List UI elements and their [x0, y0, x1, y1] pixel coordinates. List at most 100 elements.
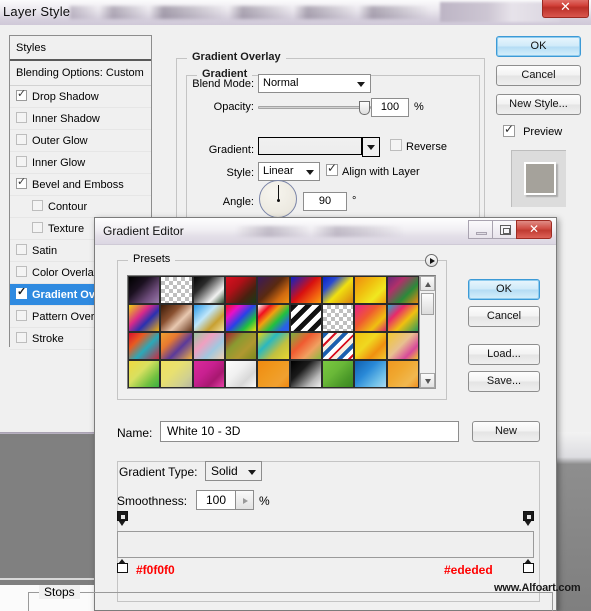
- align-with-layer-checkbox[interactable]: [326, 160, 338, 177]
- style-row-inner-glow[interactable]: Inner Glow: [10, 152, 151, 174]
- preset-swatch[interactable]: [160, 276, 193, 304]
- color-stop-left[interactable]: [117, 559, 128, 573]
- gradient-picker-dropdown[interactable]: [362, 137, 380, 157]
- close-icon[interactable]: ✕: [516, 220, 552, 239]
- preset-swatch[interactable]: [192, 304, 226, 332]
- checkbox-inner-glow[interactable]: [16, 156, 27, 167]
- preset-swatch[interactable]: [128, 304, 161, 332]
- style-label: Bevel and Emboss: [32, 179, 124, 191]
- preset-swatch[interactable]: [289, 360, 323, 388]
- preset-swatch[interactable]: [192, 276, 226, 304]
- minimize-icon[interactable]: [468, 220, 493, 239]
- gradient-preview-swatch[interactable]: [258, 137, 362, 155]
- layer-style-cancel-button[interactable]: Cancel: [496, 65, 581, 86]
- gradient-editor-titlebar[interactable]: Gradient Editor ✕: [95, 218, 556, 245]
- checkbox-pattern-overlay[interactable]: [16, 310, 27, 321]
- preset-swatch[interactable]: [289, 332, 323, 360]
- angle-input[interactable]: 90: [303, 192, 347, 211]
- preset-swatch[interactable]: [354, 360, 387, 388]
- checkbox-inner-shadow[interactable]: [16, 112, 27, 123]
- preset-swatch[interactable]: [128, 360, 161, 388]
- preview-row[interactable]: Preview: [503, 121, 562, 138]
- reverse-checkbox[interactable]: [390, 139, 402, 151]
- gradient-editor-ok-button[interactable]: OK: [468, 279, 540, 300]
- preset-swatch[interactable]: [192, 332, 226, 360]
- opacity-stop-right[interactable]: [523, 511, 534, 527]
- presets-box[interactable]: [127, 275, 436, 389]
- style-row-inner-shadow[interactable]: Inner Shadow: [10, 108, 151, 130]
- preset-swatch[interactable]: [225, 276, 258, 304]
- opacity-stop-left[interactable]: [117, 511, 128, 527]
- preset-swatch[interactable]: [289, 276, 323, 304]
- preset-swatch[interactable]: [386, 360, 420, 388]
- preset-swatch[interactable]: [257, 360, 290, 388]
- preset-swatch[interactable]: [257, 276, 290, 304]
- save-button[interactable]: Save...: [468, 371, 540, 392]
- gradient-editor-cancel-button[interactable]: Cancel: [468, 306, 540, 327]
- maximize-icon[interactable]: [492, 220, 517, 239]
- style-select[interactable]: Linear: [258, 162, 320, 181]
- preset-swatch[interactable]: [257, 332, 290, 360]
- new-style-button[interactable]: New Style...: [496, 94, 581, 115]
- opacity-slider-knob[interactable]: [359, 101, 370, 115]
- preset-swatch[interactable]: [322, 304, 355, 332]
- preset-swatch[interactable]: [160, 360, 193, 388]
- checkbox-outer-glow[interactable]: [16, 134, 27, 145]
- checkbox-color-overlay[interactable]: [16, 266, 27, 277]
- layer-style-ok-button[interactable]: OK: [496, 36, 581, 57]
- preset-swatch[interactable]: [225, 304, 258, 332]
- scroll-up-button[interactable]: [420, 276, 436, 291]
- style-row-bevel-and-emboss[interactable]: Bevel and Emboss: [10, 174, 151, 196]
- preset-grid[interactable]: [128, 276, 420, 388]
- preset-swatch[interactable]: [257, 304, 290, 332]
- preset-swatch[interactable]: [322, 332, 355, 360]
- scroll-down-button[interactable]: [420, 373, 436, 388]
- preset-swatch[interactable]: [192, 360, 226, 388]
- angle-dial[interactable]: [259, 180, 297, 218]
- layer-style-titlebar[interactable]: Layer Style ✕: [0, 0, 591, 25]
- presets-scrollbar[interactable]: [419, 276, 436, 388]
- opacity-input[interactable]: 100: [371, 98, 409, 117]
- preset-swatch[interactable]: [386, 304, 420, 332]
- preset-swatch[interactable]: [160, 332, 193, 360]
- preset-swatch[interactable]: [354, 304, 387, 332]
- gradient-bar[interactable]: [117, 531, 534, 558]
- smoothness-arrow-icon[interactable]: [236, 490, 254, 510]
- checkbox-satin[interactable]: [16, 244, 27, 255]
- checkbox-drop-shadow[interactable]: [16, 86, 27, 102]
- preset-swatch[interactable]: [386, 332, 420, 360]
- presets-menu-arrow-icon[interactable]: [425, 254, 438, 267]
- preset-swatch[interactable]: [322, 360, 355, 388]
- preset-swatch[interactable]: [225, 360, 258, 388]
- checkbox-texture[interactable]: [32, 222, 43, 233]
- preset-swatch[interactable]: [289, 304, 323, 332]
- color-stop-right[interactable]: [523, 559, 534, 573]
- preset-swatch[interactable]: [386, 276, 420, 304]
- preview-checkbox[interactable]: [503, 121, 515, 138]
- scrollbar-thumb[interactable]: [421, 293, 435, 315]
- checkbox-bevel-and-emboss[interactable]: [16, 174, 27, 190]
- load-button[interactable]: Load...: [468, 344, 540, 365]
- preset-swatch[interactable]: [128, 332, 161, 360]
- blending-options-row[interactable]: Blending Options: Custom: [10, 61, 151, 86]
- blend-mode-select[interactable]: Normal: [258, 74, 371, 93]
- checkbox-stroke[interactable]: [16, 332, 27, 343]
- preset-swatch[interactable]: [354, 276, 387, 304]
- checkbox-gradient-overlay[interactable]: [16, 284, 27, 300]
- style-row-outer-glow[interactable]: Outer Glow: [10, 130, 151, 152]
- style-row-contour[interactable]: Contour: [10, 196, 151, 218]
- gradient-name-input[interactable]: White 10 - 3D: [160, 421, 459, 442]
- new-gradient-button[interactable]: New: [472, 421, 540, 442]
- close-icon[interactable]: ✕: [542, 0, 589, 18]
- smoothness-input[interactable]: 100: [196, 490, 236, 510]
- checkbox-contour[interactable]: [32, 200, 43, 211]
- preset-swatch[interactable]: [322, 276, 355, 304]
- preset-swatch[interactable]: [128, 276, 161, 304]
- style-row-drop-shadow[interactable]: Drop Shadow: [10, 86, 151, 108]
- preset-swatch[interactable]: [160, 304, 193, 332]
- preset-swatch[interactable]: [354, 332, 387, 360]
- preset-swatch[interactable]: [225, 332, 258, 360]
- smoothness-unit: %: [259, 494, 270, 508]
- opacity-slider-track[interactable]: [258, 106, 371, 109]
- gradient-type-select[interactable]: Solid: [205, 461, 262, 481]
